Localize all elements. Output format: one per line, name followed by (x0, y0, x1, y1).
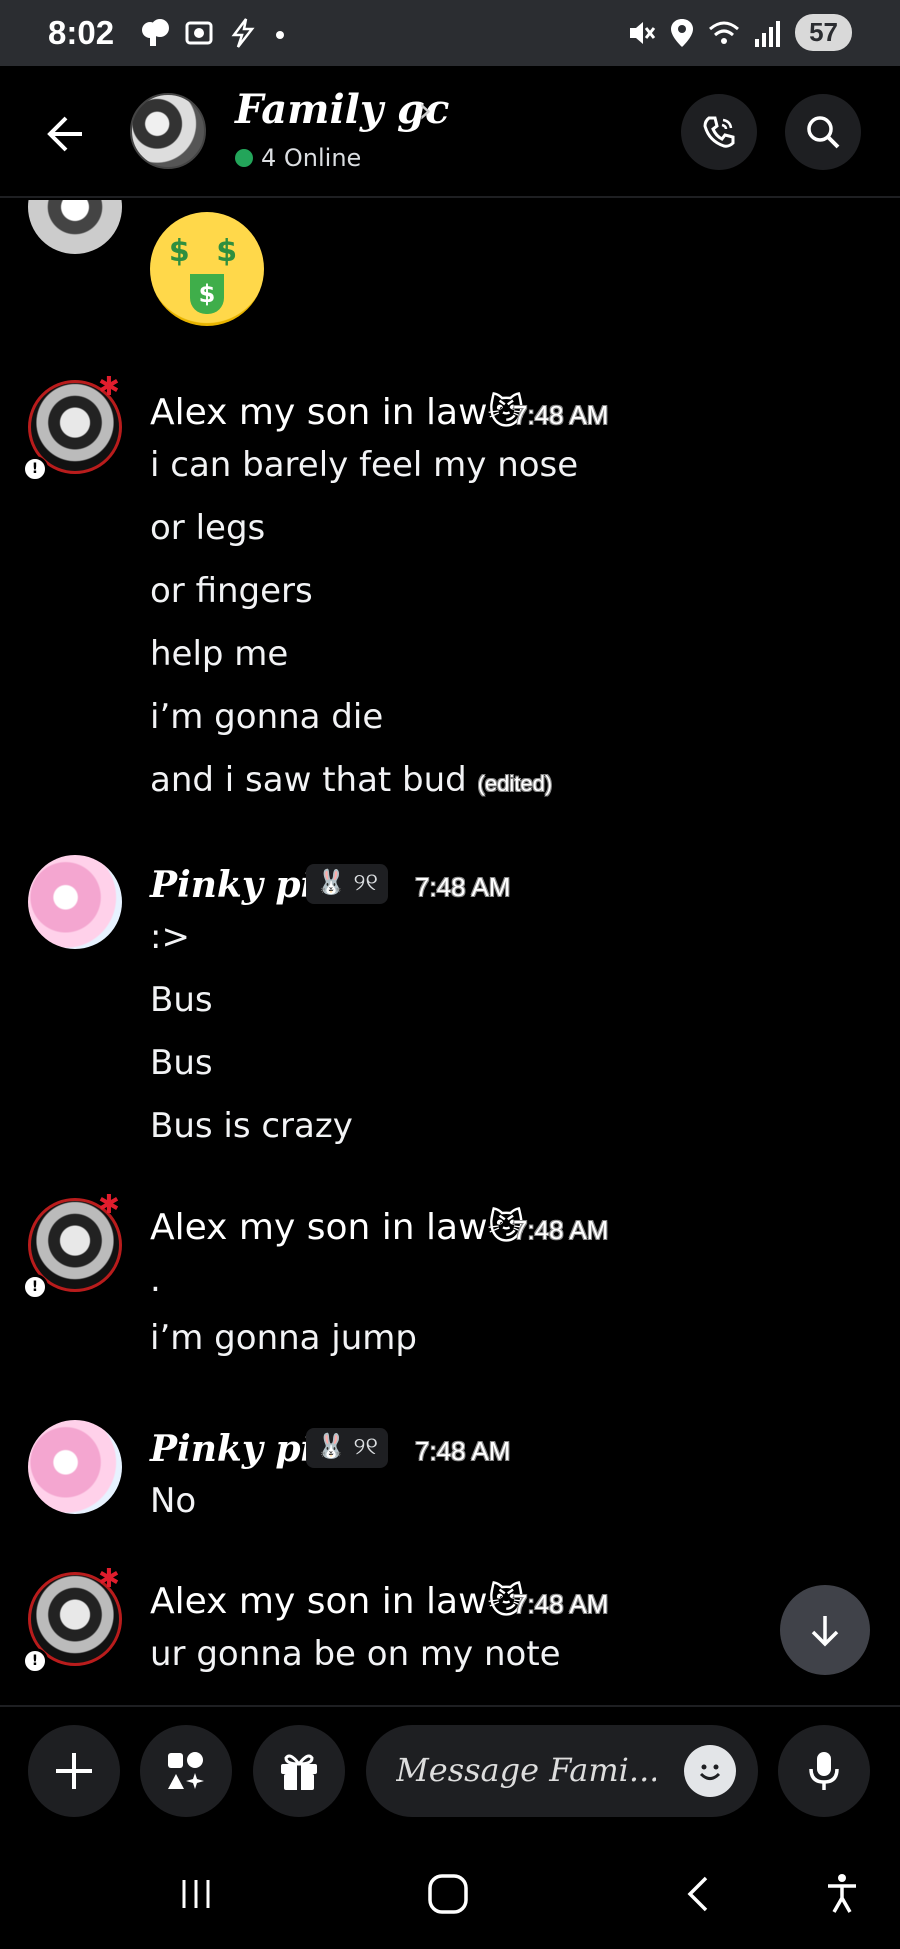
apps-icon (168, 1752, 204, 1789)
message-text: help me (150, 634, 289, 674)
edited-label: (edited) (477, 771, 553, 796)
home-icon (428, 1874, 468, 1914)
add-attachment-button[interactable] (28, 1725, 120, 1817)
message-text: Bus (150, 980, 213, 1020)
badge-icon: ! (22, 456, 48, 482)
channel-header: Family gc › 4 Online (0, 66, 900, 198)
badge-icon: ! (22, 1274, 48, 1300)
message-text: . (150, 1260, 161, 1300)
gift-button[interactable] (253, 1725, 345, 1817)
message-text: and i saw that bud (150, 760, 467, 800)
message-author[interactable]: Alex my son in law😼 (150, 1207, 525, 1248)
status-time: 8:02 (48, 14, 115, 51)
jump-to-bottom-button[interactable] (780, 1585, 870, 1675)
cloud-icon (142, 19, 169, 46)
message-text: or fingers (150, 571, 313, 611)
arrow-left-icon (47, 116, 82, 152)
online-status: 4 Online (235, 144, 361, 172)
system-nav-bar (0, 1839, 900, 1949)
back-button[interactable] (40, 110, 88, 158)
voice-message-button[interactable] (778, 1725, 870, 1817)
status-right-icons: 57 (627, 14, 852, 51)
anger-symbol-icon: ✱ (98, 1564, 120, 1594)
search-button[interactable] (785, 94, 861, 170)
message-input[interactable]: Message Fami... (366, 1725, 758, 1817)
money-mouth-emoji: $ $ $ (150, 212, 264, 326)
smile-icon (693, 1754, 727, 1788)
message-composer: Message Fami... (0, 1705, 900, 1839)
message-input-placeholder: Message Fami... (396, 1751, 656, 1789)
back-chevron-icon (687, 1876, 708, 1912)
emoji-eyes: $ $ (168, 234, 246, 269)
location-icon (671, 18, 694, 47)
message-text: i’m gonna jump (150, 1318, 418, 1358)
screen-record-icon (185, 21, 213, 45)
author-name: Alex my son in law (150, 1207, 488, 1248)
message-text: Bus (150, 1043, 213, 1083)
author-name: Alex my son in law (150, 1581, 488, 1622)
recent-apps-button[interactable] (166, 1869, 226, 1919)
gift-icon (281, 1754, 317, 1790)
emoji-picker-button[interactable] (684, 1745, 736, 1797)
plus-icon (56, 1753, 92, 1789)
message-timestamp: 7:48 AM (513, 1215, 609, 1245)
wifi-icon (709, 21, 740, 44)
microphone-icon (809, 1752, 839, 1790)
accessibility-icon (828, 1874, 856, 1913)
accessibility-button[interactable] (812, 1869, 872, 1919)
mute-icon (630, 21, 656, 44)
nav-back-button[interactable] (670, 1869, 730, 1919)
arrow-down-icon (811, 1616, 839, 1647)
emoji-tongue: $ (190, 274, 224, 314)
home-button[interactable] (418, 1869, 478, 1919)
apps-button[interactable] (140, 1725, 232, 1817)
message-text: ur gonna be on my note (150, 1634, 561, 1674)
user-tag: 🐰 ୨୧ (306, 864, 388, 904)
badge-icon: ! (22, 1648, 48, 1674)
message-text: or legs (150, 508, 266, 548)
online-dot-icon (235, 149, 253, 167)
chevron-right-icon[interactable]: › (418, 90, 432, 131)
message-list[interactable]: $ $ $ ✱ ! Alex my son in law😼 7:48 AM i … (0, 200, 900, 1703)
dot-icon (276, 31, 284, 39)
user-tag: 🐰 ୨୧ (306, 1428, 388, 1468)
message-timestamp: 7:48 AM (513, 400, 609, 430)
message-text-edited: and i saw that bud (edited) (150, 760, 552, 800)
avatar[interactable] (28, 1420, 122, 1514)
status-left-icons (138, 16, 290, 50)
online-count: 4 Online (261, 144, 362, 172)
recent-apps-icon (182, 1880, 210, 1908)
avatar[interactable] (28, 855, 122, 949)
phone-call-icon (703, 116, 735, 148)
message-text: Bus is crazy (150, 1106, 353, 1146)
message-timestamp: 7:48 AM (415, 872, 511, 902)
battery-indicator: 57 (795, 14, 852, 51)
message-timestamp: 7:48 AM (415, 1436, 511, 1466)
status-bar: 8:02 57 (0, 0, 900, 66)
author-name: Alex my son in law (150, 392, 488, 433)
anger-symbol-icon: ✱ (98, 372, 120, 402)
search-icon (807, 116, 840, 149)
voice-call-button[interactable] (681, 94, 757, 170)
message-timestamp: 7:48 AM (513, 1589, 609, 1619)
message-author[interactable]: Alex my son in law😼 (150, 1581, 525, 1622)
signal-icon (755, 20, 781, 47)
message-text: i can barely feel my nose (150, 445, 579, 485)
message-text: i’m gonna die (150, 697, 384, 737)
group-avatar[interactable] (130, 93, 206, 169)
message-text: No (150, 1481, 197, 1521)
message-author[interactable]: Alex my son in law😼 (150, 392, 525, 433)
avatar[interactable] (28, 200, 122, 254)
message-text: :> (150, 917, 190, 957)
anger-symbol-icon: ✱ (98, 1190, 120, 1220)
lightning-icon (231, 18, 255, 48)
